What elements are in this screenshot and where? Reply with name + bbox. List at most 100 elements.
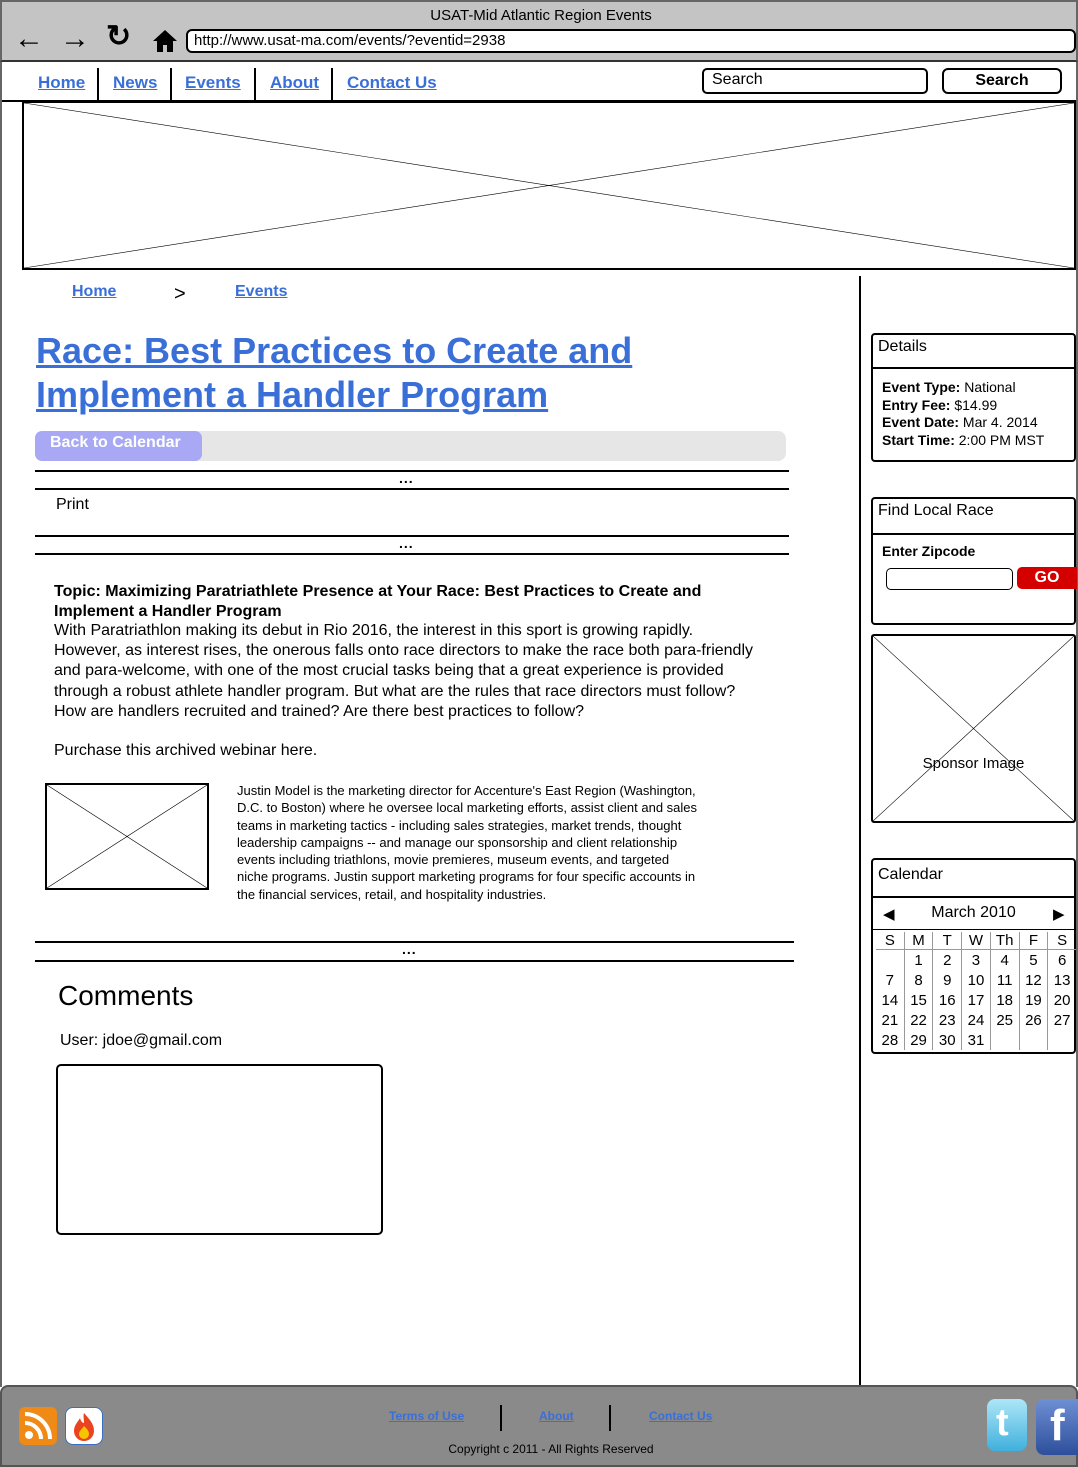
calendar-day[interactable]: 3 [961, 949, 991, 970]
calendar-day[interactable]: 5 [1018, 949, 1048, 970]
back-arrow-icon[interactable]: ← [14, 24, 44, 54]
comment-user: User: jdoe@gmail.com [60, 1032, 223, 1049]
find-race-panel: Find Local Race Enter Zipcode GO [871, 497, 1077, 625]
home-icon[interactable] [152, 28, 178, 54]
nav-contact-link[interactable]: Contact Us [347, 73, 437, 93]
weekday-label: M [903, 932, 933, 950]
back-to-calendar-button[interactable]: Back to Calendar [35, 431, 202, 461]
calendar-day[interactable]: 28 [876, 1030, 904, 1050]
nav-home-link[interactable]: Home [38, 73, 85, 93]
calendar-day[interactable]: 12 [1018, 970, 1048, 990]
detail-value: Mar 4. 2014 [959, 414, 1038, 430]
rss-icon[interactable] [19, 1407, 57, 1445]
footer-divider [500, 1405, 502, 1431]
calendar-panel: Calendar ◀ March 2010 ▶ S M T W Th F S 1… [871, 858, 1076, 1054]
calendar-day[interactable] [989, 1030, 1020, 1050]
breadcrumb-events-link[interactable]: Events [235, 283, 287, 301]
address-bar[interactable]: http://www.usat-ma.com/events/?eventid=2… [186, 29, 1076, 53]
calendar-day[interactable]: 25 [989, 1010, 1020, 1030]
calendar-day[interactable]: 9 [932, 970, 962, 990]
facebook-icon[interactable]: f [1036, 1399, 1078, 1455]
article-topic: Topic: Maximizing Paratriathlete Presenc… [54, 582, 814, 622]
calendar-day[interactable]: 4 [989, 949, 1020, 970]
speaker-image [45, 783, 209, 890]
speaker-bio: Justin Model is the marketing director f… [237, 782, 777, 903]
calendar-day[interactable] [1018, 1030, 1048, 1050]
calendar-title: Calendar [873, 860, 1074, 898]
more-dots-icon: ... [399, 535, 414, 551]
calendar-week: 21 22 23 24 25 26 27 [876, 1010, 1076, 1030]
calendar-day[interactable]: 27 [1047, 1010, 1076, 1030]
calendar-day[interactable]: 29 [903, 1030, 933, 1050]
calendar-day[interactable] [876, 950, 904, 971]
sponsor-image: Sponsor Image [871, 634, 1076, 823]
nav-events-link[interactable]: Events [185, 73, 241, 93]
footer-contact-link[interactable]: Contact Us [649, 1409, 712, 1423]
calendar-day[interactable]: 20 [1047, 990, 1076, 1010]
reload-icon[interactable]: ↻ [106, 22, 131, 52]
find-race-title: Find Local Race [873, 499, 1074, 535]
print-link[interactable]: Print [56, 496, 89, 514]
bio-line: events including triathlons, movie premi… [237, 852, 670, 868]
nav-news-link[interactable]: News [113, 73, 157, 93]
calendar-day[interactable]: 26 [1018, 1010, 1048, 1030]
zipcode-input[interactable] [886, 568, 1013, 590]
nav-divider [170, 68, 172, 100]
footer-copyright: Copyright c 2011 - All Rights Reserved [448, 1442, 654, 1456]
calendar-day[interactable]: 11 [989, 970, 1020, 990]
calendar-day[interactable]: 22 [903, 1010, 933, 1030]
calendar-day[interactable]: 16 [932, 990, 962, 1010]
calendar-day[interactable]: 17 [961, 990, 991, 1010]
bio-line: niche programs. Justin support marketing… [237, 869, 696, 885]
weekday-label: S [876, 932, 905, 950]
event-title-line1[interactable]: Race: Best Practices to Create and [36, 330, 632, 372]
calendar-day[interactable] [1047, 1030, 1076, 1050]
calendar-day[interactable]: 8 [903, 970, 933, 990]
browser-toolbar: USAT-Mid Atlantic Region Events ← → ↻ ht… [0, 0, 1078, 62]
search-button[interactable]: Search [942, 68, 1062, 94]
event-title-line2[interactable]: Implement a Handler Program [36, 374, 548, 416]
footer-about-link[interactable]: About [539, 1409, 574, 1423]
calendar-day[interactable]: 6 [1047, 949, 1076, 970]
calendar-day[interactable]: 23 [932, 1010, 962, 1030]
weekday-label: Th [989, 932, 1020, 950]
bio-line: Justin Model is the marketing director f… [237, 783, 696, 798]
divider-line [35, 960, 794, 962]
main-nav: Home News Events About Contact Us Search… [2, 62, 1076, 102]
next-month-icon[interactable]: ▶ [1053, 905, 1065, 923]
calendar-day[interactable]: 2 [932, 949, 962, 970]
breadcrumb-home-link[interactable]: Home [72, 283, 116, 301]
calendar-day[interactable]: 18 [989, 990, 1020, 1010]
calendar-week: 123456 [876, 949, 1076, 971]
footer-terms-link[interactable]: Terms of Use [389, 1409, 464, 1423]
details-list: Event Type: National Entry Fee: $14.99 E… [882, 379, 1044, 449]
detail-value: 2:00 PM MST [954, 431, 1045, 448]
calendar-day[interactable]: 15 [903, 990, 933, 1010]
weekday-label: W [961, 932, 991, 950]
bio-line: the financial services, retail, and hosp… [237, 886, 547, 902]
forward-arrow-icon[interactable]: → [60, 24, 90, 54]
weekday-label: T [932, 932, 962, 950]
calendar-day[interactable]: 13 [1047, 970, 1076, 990]
footer: Terms of Use About Contact Us Copyright … [0, 1385, 1078, 1467]
go-button[interactable]: GO [1017, 567, 1077, 589]
purchase-text[interactable]: Purchase this archived webinar here. [54, 742, 317, 760]
calendar-day[interactable]: 24 [961, 1010, 991, 1030]
calendar-day[interactable]: 21 [876, 1010, 904, 1030]
calendar-day[interactable]: 1 [903, 949, 933, 970]
calendar-day[interactable]: 30 [932, 1030, 962, 1050]
twitter-icon[interactable]: t [987, 1399, 1027, 1451]
weekday-label: S [1047, 932, 1076, 950]
comment-textarea[interactable] [56, 1064, 383, 1235]
nav-about-link[interactable]: About [270, 73, 319, 93]
calendar-grid: S M T W Th F S 123456 7 8 9 10 11 12 13 14 15 16… [876, 932, 1076, 1050]
calendar-day[interactable]: 31 [961, 1030, 991, 1050]
calendar-day[interactable]: 19 [1018, 990, 1048, 1010]
search-input[interactable]: Search [702, 68, 928, 94]
feedburner-icon[interactable] [65, 1407, 103, 1445]
calendar-day[interactable]: 14 [876, 990, 904, 1010]
calendar-day[interactable]: 7 [876, 970, 904, 990]
detail-label: Event Date: [882, 414, 960, 430]
calendar-day[interactable]: 10 [961, 970, 991, 990]
body-line: through a robust athlete handler program… [54, 682, 736, 700]
